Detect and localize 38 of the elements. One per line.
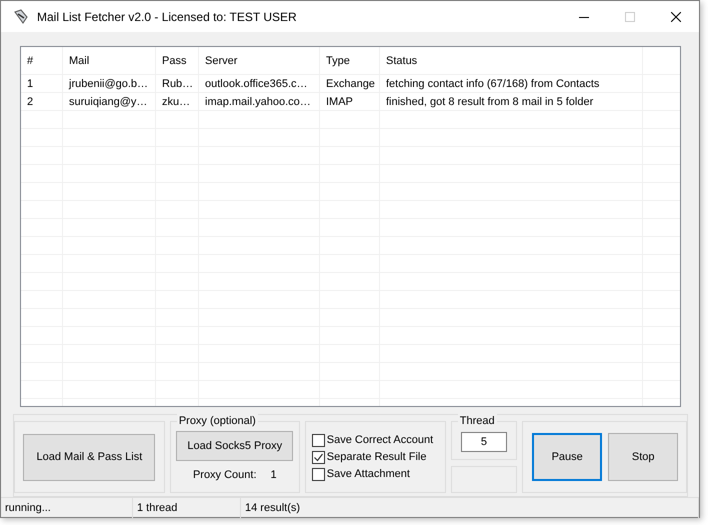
checkbox-label[interactable]: Save Correct Account [326,434,434,446]
checkbox-label[interactable]: Save Attachment [326,468,410,480]
table-cell: outlook.office365.c… [199,75,320,92]
thread-field[interactable]: 5 [460,432,507,452]
stop-button[interactable]: Stop [608,433,678,481]
checkbox[interactable] [312,450,325,464]
table-cell: IMAP [320,93,380,110]
load-list-button[interactable]: Load Mail & Pass List [23,434,156,480]
table-cell: imap.mail.yahoo.co… [199,93,320,110]
column-header[interactable]: Type [320,47,380,74]
column-header[interactable]: Server [199,47,320,74]
group-title: Proxy (optional) [176,414,258,428]
table-cell: suruiqiang@y… [63,93,156,110]
pause-button[interactable]: Pause [532,433,602,481]
table-cell: fetching contact info (67/168) from Contacts [380,75,643,92]
load-proxy-button[interactable]: Load Socks5 Proxy [176,431,294,461]
column-header[interactable]: # [21,47,63,74]
status-text: 14 result(s) [241,498,699,518]
proxy-count-label: Proxy Count: [192,469,257,481]
table-cell: Exchange [320,75,380,92]
checkbox[interactable] [312,434,325,446]
column-header[interactable]: Pass [156,47,199,74]
close-icon[interactable] [671,12,681,22]
table-cell: zku… [156,93,199,110]
status-text: 1 thread [133,498,241,518]
table-cell: finished, got 8 result from 8 mail in 5 folder [380,93,643,110]
app-icon [13,8,29,24]
status-text: running... [1,498,133,518]
table-cell: 2 [21,93,63,110]
checkbox[interactable] [312,468,325,480]
checkbox-label[interactable]: Separate Result File [326,451,426,463]
table-cell: 1 [21,75,63,92]
window-title: Mail List Fetcher v2.0 - Licensed to: TEST USER [37,10,298,24]
proxy-count: 1 [270,469,277,481]
column-header[interactable]: Mail [63,47,156,74]
table-cell: jrubenii@go.b… [63,75,156,92]
column-header[interactable]: Status [380,47,643,74]
table-cell: Rub… [156,75,199,92]
